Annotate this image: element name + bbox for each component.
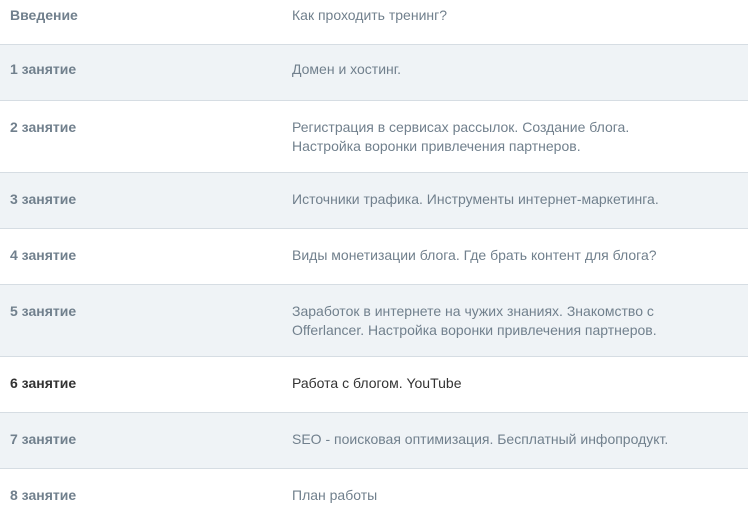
lesson-topic: SEO - поисковая оптимизация. Бесплатный … (292, 431, 669, 447)
lesson-topic: Как проходить тренинг? (292, 7, 448, 23)
table-row[interactable]: 8 занятие План работы (0, 469, 748, 509)
table-row[interactable]: 3 занятие Источники трафика. Инструменты… (0, 173, 748, 229)
lesson-label: Введение (10, 7, 78, 23)
lesson-topic: Регистрация в сервисах рассылок. Создани… (292, 119, 630, 154)
lesson-label: 6 занятие (10, 375, 77, 391)
table-row[interactable]: 2 занятие Регистрация в сервисах рассыло… (0, 101, 748, 173)
lesson-topic: Работа с блогом. YouTube (292, 375, 462, 391)
table-row[interactable]: 4 занятие Виды монетизации блога. Где бр… (0, 229, 748, 285)
lesson-label: 2 занятие (10, 119, 77, 135)
lesson-label: 8 занятие (10, 487, 77, 503)
lesson-label: 4 занятие (10, 247, 77, 263)
table-row[interactable]: 7 занятие SEO - поисковая оптимизация. Б… (0, 413, 748, 469)
lesson-topic: Источники трафика. Инструменты интернет-… (292, 191, 659, 207)
lesson-label: 7 занятие (10, 431, 77, 447)
lesson-schedule-table: Введение Как проходить тренинг? 1 заняти… (0, 0, 748, 509)
lesson-topic: Заработок в интернете на чужих знаниях. … (292, 303, 657, 338)
lesson-label: 5 занятие (10, 303, 77, 319)
table-row[interactable]: 1 занятие Домен и хостинг. (0, 45, 748, 101)
lesson-topic: Виды монетизации блога. Где брать контен… (292, 247, 657, 263)
table-row[interactable]: 5 занятие Заработок в интернете на чужих… (0, 285, 748, 357)
lesson-topic: Домен и хостинг. (292, 61, 402, 77)
lesson-label: 3 занятие (10, 191, 77, 207)
table-row[interactable]: Введение Как проходить тренинг? (0, 0, 748, 45)
lesson-topic: План работы (292, 487, 378, 503)
lesson-label: 1 занятие (10, 61, 77, 77)
table-row-active[interactable]: 6 занятие Работа с блогом. YouTube (0, 357, 748, 413)
